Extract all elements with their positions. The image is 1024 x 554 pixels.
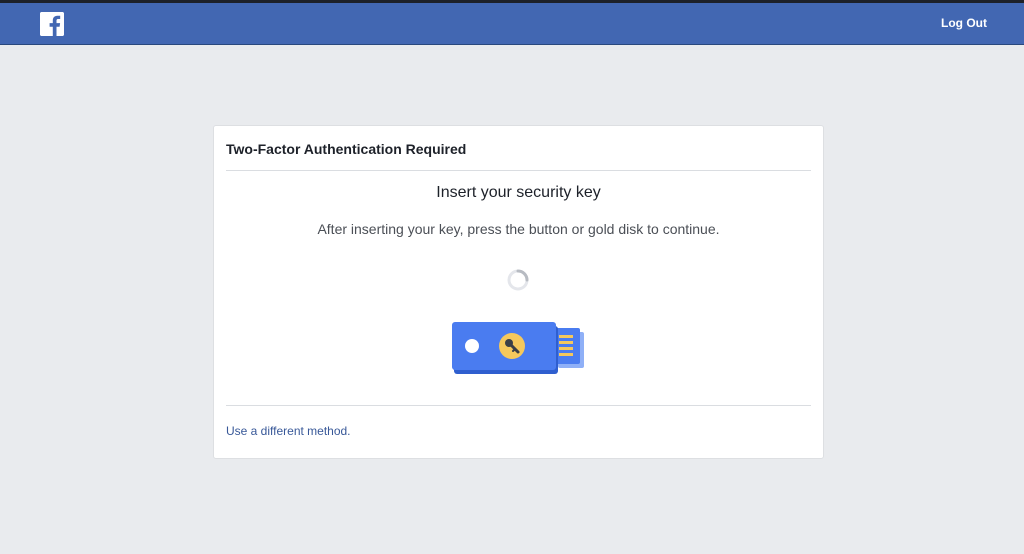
log-out-link[interactable]: Log Out xyxy=(941,16,987,30)
title-divider xyxy=(226,170,811,171)
loading-spinner-icon xyxy=(507,269,529,291)
facebook-f-icon[interactable] xyxy=(40,12,64,36)
footer-divider xyxy=(226,405,811,406)
two-factor-card: Two-Factor Authentication Required Inser… xyxy=(213,125,824,459)
security-key-instructions: After inserting your key, press the butt… xyxy=(317,221,720,237)
security-key-heading: Insert your security key xyxy=(436,184,601,201)
card-title: Two-Factor Authentication Required xyxy=(226,141,467,157)
top-bar: Log Out xyxy=(0,3,1024,45)
use-different-method-link[interactable]: Use a different method. xyxy=(226,424,351,438)
usb-security-key-icon xyxy=(452,322,586,374)
